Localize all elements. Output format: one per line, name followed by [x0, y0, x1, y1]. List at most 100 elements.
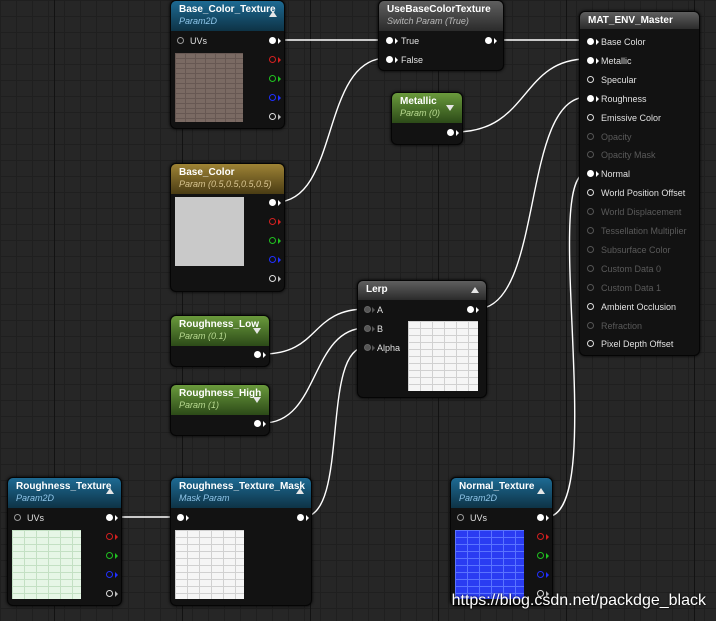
b-input-pin[interactable] — [364, 325, 371, 332]
dropdown-arrow-icon[interactable] — [446, 105, 454, 111]
rgb-output-pin[interactable] — [269, 37, 276, 44]
lerp-node[interactable]: Lerp A B Alpha — [357, 280, 487, 398]
node-header[interactable]: MAT_ENV_Master — [580, 12, 699, 29]
material-pin-label: Tessellation Multiplier — [601, 226, 687, 236]
roughness-high-node[interactable]: Roughness_High Param (1) — [170, 384, 270, 436]
metallic-input-pin[interactable] — [587, 56, 594, 64]
uvs-input-pin[interactable] — [14, 514, 21, 521]
pin-arrow-icon — [278, 114, 281, 120]
output-pin[interactable] — [467, 306, 474, 313]
b-output-pin[interactable] — [269, 94, 276, 101]
opacity-input-pin[interactable] — [587, 132, 594, 140]
subsurface-color-input-pin[interactable] — [587, 245, 594, 253]
false-label: False — [401, 55, 424, 65]
r-output-pin[interactable] — [106, 533, 113, 540]
pin-arrow-icon — [278, 238, 281, 244]
normal-texture-node[interactable]: Normal_Texture Param2D UVs — [450, 477, 553, 606]
node-header[interactable]: Roughness_Low Param (0.1) — [171, 316, 269, 346]
pin-arrow-icon — [546, 534, 549, 540]
output-pin[interactable] — [254, 420, 261, 427]
node-title: Normal_Texture — [459, 481, 535, 492]
b-output-pin[interactable] — [269, 256, 276, 263]
collapse-arrow-icon[interactable] — [471, 287, 479, 293]
r-output-pin[interactable] — [537, 533, 544, 540]
uvs-label: UVs — [470, 513, 488, 523]
base-color-input-pin[interactable] — [587, 38, 594, 45]
roughness-texture-node[interactable]: Roughness_Texture Param2D UVs — [7, 477, 122, 606]
node-header[interactable]: UseBaseColorTexture Switch Param (True) — [379, 1, 503, 31]
roughness-texture-mask-node[interactable]: Roughness_Texture_Mask Mask Param — [170, 477, 312, 606]
node-header[interactable]: Lerp — [358, 281, 486, 300]
alpha-input-pin[interactable] — [364, 344, 371, 351]
g-output-pin[interactable] — [269, 75, 276, 82]
r-output-pin[interactable] — [269, 218, 276, 225]
node-subtitle: Param (0.5,0.5,0.5,0.5) — [179, 179, 272, 189]
output-pin[interactable] — [447, 129, 454, 136]
false-input-pin[interactable] — [386, 56, 393, 63]
a-input-pin[interactable] — [364, 306, 371, 313]
node-header[interactable]: Base_Color_Texture Param2D — [171, 1, 284, 31]
base-color-node[interactable]: Base_Color Param (0.5,0.5,0.5,0.5) — [170, 163, 285, 292]
b-output-pin[interactable] — [106, 571, 113, 578]
opacity-mask-input-pin[interactable] — [587, 151, 594, 159]
ambient-occlusion-input-pin[interactable] — [587, 302, 594, 310]
node-header[interactable]: Metallic Param (0) — [392, 93, 462, 123]
base-color-texture-node[interactable]: Base_Color_Texture Param2D UVs — [170, 0, 285, 129]
uvs-label: UVs — [27, 513, 45, 523]
emissive-color-input-pin[interactable] — [587, 113, 594, 121]
uvs-input-pin[interactable] — [457, 514, 464, 521]
r-output-pin[interactable] — [269, 56, 276, 63]
material-pin-label: Emissive Color — [601, 112, 662, 123]
collapse-arrow-icon[interactable] — [106, 488, 114, 494]
material-result-node[interactable]: MAT_ENV_Master Base Color Metallic Specula… — [579, 11, 700, 356]
output-pin[interactable] — [297, 514, 304, 521]
pixel-depth-offset-input-pin[interactable] — [587, 340, 594, 348]
material-pin-label: Normal — [601, 169, 631, 180]
rgb-output-pin[interactable] — [269, 199, 276, 206]
world-displacement-input-pin[interactable] — [587, 208, 594, 216]
g-output-pin[interactable] — [269, 237, 276, 244]
pin-arrow-icon — [546, 572, 549, 578]
custom-data-1-input-pin[interactable] — [587, 283, 594, 291]
tessellation-multiplier-input-pin[interactable] — [587, 227, 594, 234]
node-header[interactable]: Normal_Texture Param2D — [451, 478, 552, 508]
node-header[interactable]: Roughness_High Param (1) — [171, 385, 269, 415]
specular-input-pin[interactable] — [587, 75, 594, 83]
pin-arrow-icon — [456, 130, 459, 136]
node-header[interactable]: Base_Color Param (0.5,0.5,0.5,0.5) — [171, 164, 284, 194]
a-output-pin[interactable] — [269, 113, 276, 120]
true-input-pin[interactable] — [386, 37, 393, 44]
world-position-offset-input-pin[interactable] — [587, 189, 594, 197]
pin-arrow-icon — [395, 38, 398, 44]
a-output-pin[interactable] — [106, 590, 113, 597]
material-pin-label: Custom Data 1 — [601, 282, 662, 293]
dropdown-arrow-icon[interactable] — [253, 328, 261, 334]
pin-arrow-icon — [306, 515, 309, 521]
collapse-arrow-icon[interactable] — [296, 488, 304, 494]
normal-input-pin[interactable] — [587, 170, 594, 178]
a-output-pin[interactable] — [269, 275, 276, 282]
refraction-input-pin[interactable] — [587, 321, 594, 329]
b-output-pin[interactable] — [537, 571, 544, 578]
pin-arrow-icon — [476, 307, 479, 313]
use-base-color-texture-node[interactable]: UseBaseColorTexture Switch Param (True) … — [378, 0, 504, 71]
rgb-output-pin[interactable] — [106, 514, 113, 521]
metallic-node[interactable]: Metallic Param (0) — [391, 92, 463, 145]
pin-arrow-icon — [278, 76, 281, 82]
roughness-low-node[interactable]: Roughness_Low Param (0.1) — [170, 315, 270, 367]
dropdown-arrow-icon[interactable] — [253, 397, 261, 403]
node-header[interactable]: Roughness_Texture Param2D — [8, 478, 121, 508]
watermark: https://blog.csdn.net/packdge_black — [451, 592, 706, 609]
rgb-output-pin[interactable] — [537, 514, 544, 521]
uvs-input-pin[interactable] — [177, 37, 184, 44]
custom-data-0-input-pin[interactable] — [587, 264, 594, 272]
input-pin[interactable] — [177, 514, 184, 521]
output-pin[interactable] — [485, 37, 492, 44]
roughness-input-pin[interactable] — [587, 94, 594, 102]
g-output-pin[interactable] — [106, 552, 113, 559]
collapse-arrow-icon[interactable] — [537, 488, 545, 494]
collapse-arrow-icon[interactable] — [269, 11, 277, 17]
output-pin[interactable] — [254, 351, 261, 358]
g-output-pin[interactable] — [537, 552, 544, 559]
node-header[interactable]: Roughness_Texture_Mask Mask Param — [171, 478, 311, 508]
